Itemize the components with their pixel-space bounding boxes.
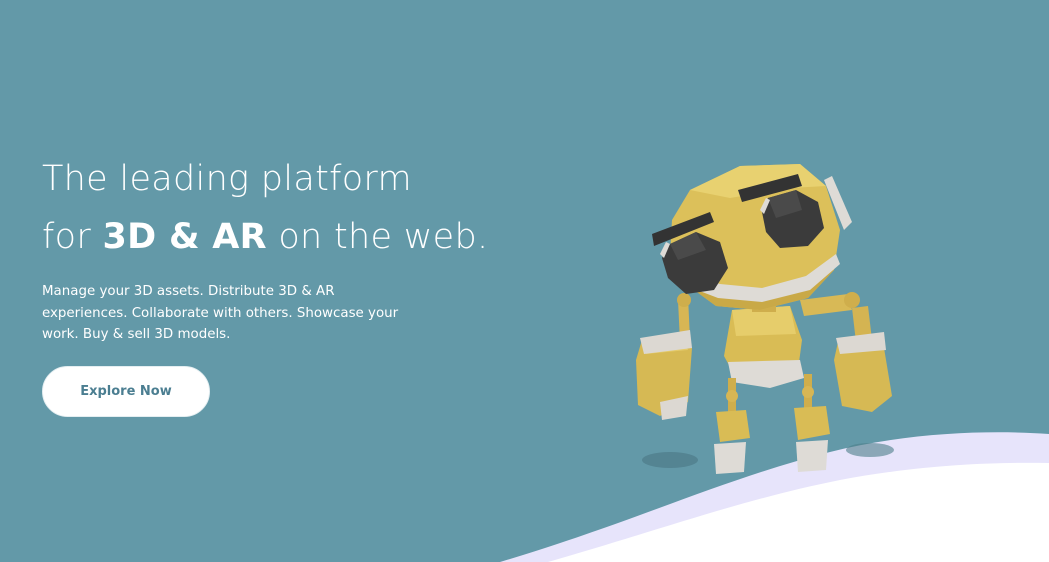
headline-line-1: The leading platform	[42, 159, 412, 199]
headline-bold: 3D & AR	[102, 217, 267, 257]
headline-line-2: for 3D & AR on the web.	[42, 208, 488, 266]
hero-headline: The leading platform for 3D & AR on the …	[42, 150, 488, 266]
hero-description: Manage your 3D assets. Distribute 3D & A…	[42, 284, 399, 342]
robot-illustration-icon	[636, 164, 894, 474]
explore-now-button[interactable]: Explore Now	[42, 366, 210, 417]
headline-prefix: for	[42, 217, 103, 257]
hero-section: The leading platform for 3D & AR on the …	[0, 0, 1049, 562]
headline-suffix: on the web.	[266, 217, 489, 257]
